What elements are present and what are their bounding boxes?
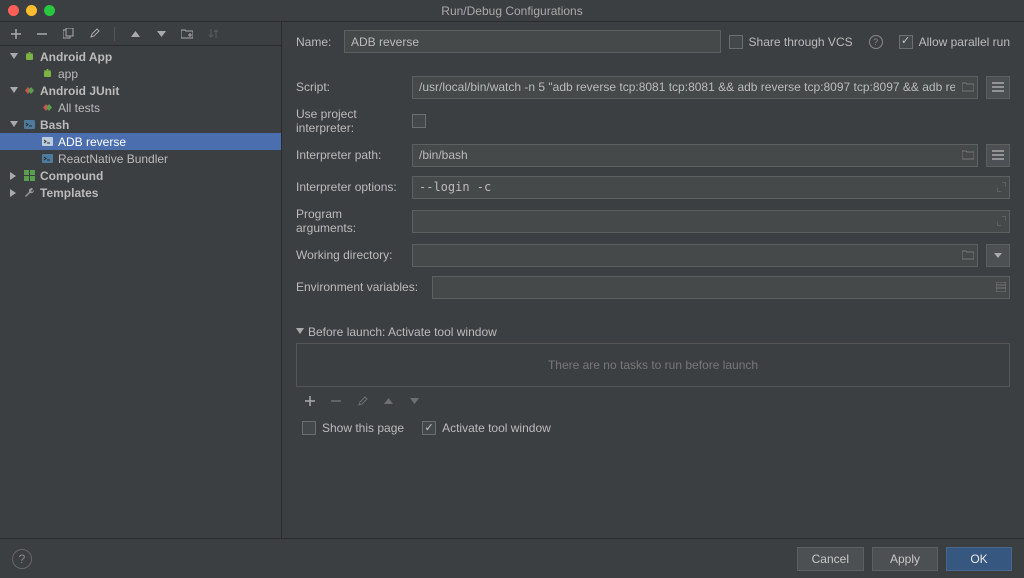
remove-config-button[interactable] [34, 26, 50, 42]
bash-icon [22, 118, 36, 132]
show-this-page-checkbox[interactable] [302, 421, 316, 435]
wrench-icon [22, 186, 36, 200]
before-launch-empty-text: There are no tasks to run before launch [548, 358, 758, 372]
tree-arrow-icon [26, 136, 38, 148]
show-this-page-label: Show this page [322, 421, 404, 435]
allow-parallel-checkbox[interactable] [899, 35, 913, 49]
remove-task-button[interactable] [328, 393, 344, 409]
tree-item-compound[interactable]: Compound [0, 167, 281, 184]
move-down-button[interactable] [153, 26, 169, 42]
env-vars-label: Environment variables: [296, 280, 424, 294]
before-launch-list: There are no tasks to run before launch [296, 343, 1010, 387]
working-dir-label: Working directory: [296, 248, 404, 262]
junit-icon [40, 101, 54, 115]
tree-arrow-icon[interactable] [8, 119, 20, 131]
junit-icon [22, 84, 36, 98]
before-launch-header: Before launch: Activate tool window [308, 325, 497, 339]
tree-item-all-tests[interactable]: All tests [0, 99, 281, 116]
tree-item-templates[interactable]: Templates [0, 184, 281, 201]
bash-icon [40, 135, 54, 149]
tree-item-label: ADB reverse [58, 135, 126, 149]
name-input[interactable] [344, 30, 721, 53]
allow-parallel-label: Allow parallel run [919, 35, 1010, 49]
tree-item-adb-reverse[interactable]: ADB reverse [0, 133, 281, 150]
tree-arrow-icon [26, 68, 38, 80]
before-launch-section: Before launch: Activate tool window Ther… [296, 325, 1010, 441]
tree-item-label: app [58, 67, 78, 81]
android-icon [40, 67, 54, 81]
tree-arrow-icon [26, 153, 38, 165]
bash-icon [40, 152, 54, 166]
minimize-window-button[interactable] [26, 5, 37, 16]
working-dir-dropdown-button[interactable] [986, 244, 1010, 267]
android-icon [22, 50, 36, 64]
apply-button[interactable]: Apply [872, 547, 938, 571]
tree-arrow-icon[interactable] [8, 170, 20, 182]
tree-item-label: Android JUnit [40, 84, 119, 98]
collapse-icon[interactable] [296, 328, 304, 336]
config-form: Name: Share through VCS ? Allow parallel… [282, 22, 1024, 538]
script-label: Script: [296, 80, 404, 94]
name-label: Name: [296, 35, 336, 49]
script-menu-button[interactable] [986, 76, 1010, 99]
tree-item-label: Bash [40, 118, 69, 132]
move-task-up-button[interactable] [380, 393, 396, 409]
cancel-button[interactable]: Cancel [797, 547, 864, 571]
move-task-down-button[interactable] [406, 393, 422, 409]
window-title: Run/Debug Configurations [441, 4, 582, 18]
tree-item-reactnative-bundler[interactable]: ReactNative Bundler [0, 150, 281, 167]
tree-arrow-icon[interactable] [8, 187, 20, 199]
dialog-footer: ? Cancel Apply OK [0, 538, 1024, 578]
activate-tool-window-checkbox[interactable] [422, 421, 436, 435]
tree-item-label: All tests [58, 101, 100, 115]
tree-item-android-app[interactable]: Android App [0, 48, 281, 65]
compound-icon [22, 169, 36, 183]
maximize-window-button[interactable] [44, 5, 55, 16]
help-button[interactable]: ? [12, 549, 32, 569]
working-dir-input[interactable] [412, 244, 978, 267]
tree-item-label: Compound [40, 169, 103, 183]
tree-arrow-icon[interactable] [8, 51, 20, 63]
use-project-interpreter-label: Use project interpreter: [296, 107, 404, 135]
share-vcs-checkbox[interactable] [729, 35, 743, 49]
edit-config-button[interactable] [86, 26, 102, 42]
toolbar-separator [114, 27, 115, 41]
close-window-button[interactable] [8, 5, 19, 16]
interpreter-menu-button[interactable] [986, 144, 1010, 167]
use-project-interpreter-checkbox[interactable] [412, 114, 426, 128]
tree-item-app[interactable]: app [0, 65, 281, 82]
copy-config-button[interactable] [60, 26, 76, 42]
folder-action-button[interactable] [179, 26, 195, 42]
tree-item-label: ReactNative Bundler [58, 152, 168, 166]
program-args-label: Program arguments: [296, 207, 404, 235]
add-task-button[interactable] [302, 393, 318, 409]
sort-button[interactable] [205, 26, 221, 42]
tree-item-label: Android App [40, 50, 112, 64]
config-tree[interactable]: Android App app Android JUnit All tests Bash… [0, 46, 281, 201]
window-controls [8, 5, 55, 16]
sidebar-toolbar [0, 22, 281, 46]
tree-item-label: Templates [40, 186, 98, 200]
ok-button[interactable]: OK [946, 547, 1012, 571]
tree-item-bash[interactable]: Bash [0, 116, 281, 133]
activate-tool-window-label: Activate tool window [442, 421, 551, 435]
help-icon[interactable]: ? [869, 35, 883, 49]
titlebar: Run/Debug Configurations [0, 0, 1024, 22]
script-input[interactable] [412, 76, 978, 99]
tree-item-android-junit[interactable]: Android JUnit [0, 82, 281, 99]
interpreter-path-input[interactable] [412, 144, 978, 167]
interpreter-path-label: Interpreter path: [296, 148, 404, 162]
share-vcs-label: Share through VCS [749, 35, 853, 49]
add-config-button[interactable] [8, 26, 24, 42]
tree-arrow-icon [26, 102, 38, 114]
program-args-input[interactable] [412, 210, 1010, 233]
env-vars-input[interactable] [432, 276, 1010, 299]
edit-task-button[interactable] [354, 393, 370, 409]
interpreter-options-input[interactable] [412, 176, 1010, 199]
sidebar: Android App app Android JUnit All tests Bash… [0, 22, 282, 538]
interpreter-options-label: Interpreter options: [296, 180, 404, 194]
tree-arrow-icon[interactable] [8, 85, 20, 97]
move-up-button[interactable] [127, 26, 143, 42]
